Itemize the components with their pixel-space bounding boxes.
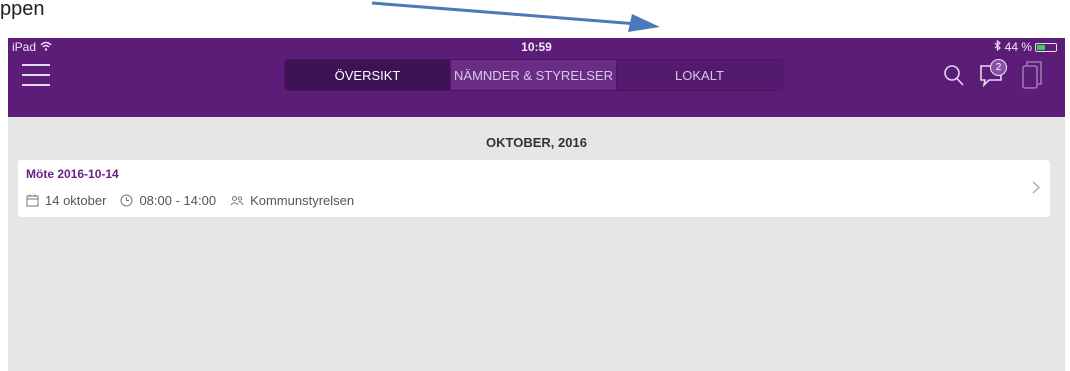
segmented-tabs: ÖVERSIKT NÄMNDER & STYRELSER LOKALT bbox=[284, 59, 783, 91]
tab-namnder-styrelser[interactable]: NÄMNDER & STYRELSER bbox=[450, 60, 616, 90]
battery-percent: 44 % bbox=[1004, 40, 1032, 54]
month-header: OKTOBER, 2016 bbox=[486, 135, 587, 150]
status-bar: iPad 10:59 44 % bbox=[8, 38, 1065, 56]
notification-badge: 2 bbox=[990, 59, 1007, 76]
meeting-meta: 14 oktober 08:00 - 14:00 Kommunstyrelsen bbox=[26, 193, 354, 208]
app-frame: iPad 10:59 44 % ÖVERSIKT NÄMNDER & STYRE… bbox=[8, 38, 1065, 371]
search-button[interactable] bbox=[943, 63, 965, 87]
battery-icon bbox=[1035, 42, 1057, 52]
status-time: 10:59 bbox=[521, 40, 552, 54]
people-icon bbox=[230, 195, 244, 206]
menu-icon-line bbox=[22, 64, 50, 66]
bluetooth-icon bbox=[994, 39, 1002, 54]
meeting-title: Möte 2016-10-14 bbox=[26, 167, 119, 181]
clock-icon bbox=[120, 194, 133, 207]
chevron-right-icon bbox=[1032, 181, 1040, 194]
meeting-date: 14 oktober bbox=[45, 193, 107, 208]
calendar-icon bbox=[26, 194, 39, 207]
search-icon bbox=[944, 65, 964, 86]
menu-icon-line bbox=[22, 84, 50, 86]
tab-oversikt[interactable]: ÖVERSIKT bbox=[285, 60, 450, 90]
meeting-card[interactable]: Möte 2016-10-14 14 oktober 08:00 - 14:00… bbox=[18, 160, 1050, 217]
tab-lokalt[interactable]: LOKALT bbox=[616, 60, 782, 90]
meeting-group: Kommunstyrelsen bbox=[250, 193, 355, 208]
documents-icon bbox=[1022, 61, 1042, 89]
menu-button[interactable] bbox=[22, 64, 50, 88]
documents-button[interactable] bbox=[1021, 60, 1043, 90]
meeting-time: 08:00 - 14:00 bbox=[139, 193, 217, 208]
messages-button[interactable]: 2 bbox=[979, 59, 1007, 88]
annotation-arrow bbox=[371, 1, 660, 32]
menu-icon-line bbox=[22, 74, 50, 76]
top-bar: iPad 10:59 44 % ÖVERSIKT NÄMNDER & STYRE… bbox=[8, 38, 1065, 117]
